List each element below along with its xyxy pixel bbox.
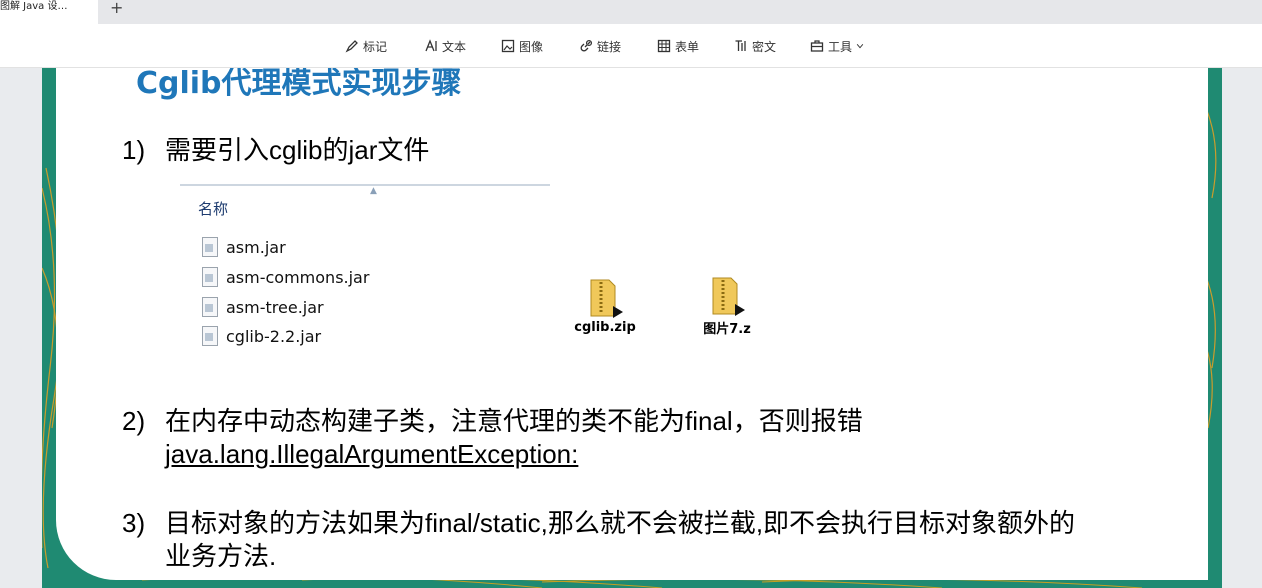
zip-attachment[interactable]: 图片7.z: [682, 274, 772, 337]
tool-image-label: 图像: [519, 39, 544, 54]
file-name: asm-commons.jar: [226, 267, 370, 287]
toolbox-icon: [810, 40, 824, 52]
tool-marker-label: 标记: [363, 39, 388, 54]
step-2-number: 2): [122, 406, 146, 436]
slide-content-card: Cglib代理模式实现步骤 1) 需要引入cglib的jar文件 ▲ 名称 as…: [56, 68, 1208, 580]
tool-tools-dropdown[interactable]: 工具: [810, 37, 864, 55]
step-1: 1) 需要引入cglib的jar文件: [122, 134, 1022, 166]
jar-file-icon: [202, 326, 218, 346]
file-row: asm-commons.jar: [202, 264, 369, 290]
step-3: 3) 目标对象的方法如果为final/static,那么就不会被拦截,即不会执行…: [122, 507, 1182, 573]
new-tab-button[interactable]: +: [110, 0, 123, 17]
tool-image-button[interactable]: 图像: [501, 37, 543, 55]
chevron-down-icon: [856, 43, 864, 49]
document-viewer[interactable]: Cglib代理模式实现步骤 1) 需要引入cglib的jar文件 ▲ 名称 as…: [0, 68, 1262, 588]
explorer-column-name: 名称: [198, 200, 229, 218]
zip-label: cglib.zip: [574, 320, 636, 335]
tool-link-button[interactable]: 链接: [579, 37, 621, 55]
redact-icon: [735, 40, 746, 51]
jar-file-icon: [202, 267, 218, 287]
file-name: asm-tree.jar: [226, 297, 324, 317]
step-1-text: 需要引入cglib的jar文件: [165, 135, 430, 165]
table-icon: [657, 39, 671, 53]
file-row: cglib-2.2.jar: [202, 323, 321, 349]
step-3-number: 3): [122, 508, 146, 538]
tool-redact-button[interactable]: 密文: [734, 37, 776, 55]
zip-folder-icon: [583, 276, 627, 320]
tool-form-label: 表单: [675, 39, 700, 54]
tool-link-label: 链接: [597, 39, 622, 54]
tab-bar: 图解 Java 设… +: [0, 0, 1262, 24]
slide-heading: Cglib代理模式实现步骤: [136, 68, 462, 101]
tool-text-button[interactable]: 文本: [424, 37, 466, 55]
jar-file-icon: [202, 237, 218, 257]
step-2-text: 在内存中动态构建子类，注意代理的类不能为final，否则报错: [165, 406, 863, 436]
tab-title: 图解 Java 设…: [0, 1, 68, 12]
file-row: asm-tree.jar: [202, 294, 324, 320]
step-3-text: 目标对象的方法如果为final/static,那么就不会被拦截,即不会执行目标对…: [165, 508, 1076, 538]
zip-folder-icon: [705, 274, 749, 318]
jar-file-icon: [202, 297, 218, 317]
step-3-text-cont: 业务方法.: [165, 541, 277, 571]
link-icon: [580, 39, 593, 52]
zip-attachment[interactable]: cglib.zip: [560, 276, 650, 335]
image-icon: [501, 39, 515, 53]
tool-marker-button[interactable]: 标记: [345, 37, 387, 55]
text-icon: [425, 39, 437, 52]
file-explorer-screenshot: ▲ 名称 asm.jar asm-commons.jar asm-tree.ja…: [180, 184, 550, 369]
marker-icon: [345, 40, 358, 53]
editor-toolbar: 标记 文本 图像 链接 表单 密文 工具: [0, 24, 1262, 68]
tool-text-label: 文本: [442, 39, 467, 54]
tool-form-button[interactable]: 表单: [657, 37, 699, 55]
tab-document[interactable]: 图解 Java 设…: [0, 0, 98, 24]
exception-name: java.lang.IllegalArgumentException:: [165, 439, 579, 469]
file-row: asm.jar: [202, 234, 286, 260]
zip-label: 图片7.z: [703, 322, 751, 337]
step-2: 2) 在内存中动态构建子类，注意代理的类不能为final，否则报错 java.l…: [122, 405, 1122, 471]
step-1-number: 1): [122, 135, 146, 165]
tool-redact-label: 密文: [752, 39, 777, 54]
slide-page: Cglib代理模式实现步骤 1) 需要引入cglib的jar文件 ▲ 名称 as…: [42, 68, 1222, 588]
sort-arrow-icon: ▲: [370, 186, 377, 196]
tool-tools-label: 工具: [828, 39, 853, 54]
file-name: asm.jar: [226, 237, 286, 257]
file-name: cglib-2.2.jar: [226, 326, 322, 346]
